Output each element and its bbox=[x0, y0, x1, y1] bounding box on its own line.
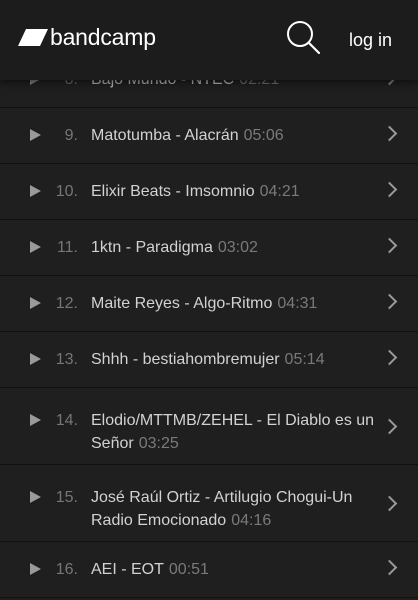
track-info[interactable]: Matotumba - Alacrán 05:06 bbox=[91, 124, 375, 147]
top-bar: bandcamp log in bbox=[0, 0, 418, 80]
play-icon[interactable] bbox=[30, 185, 41, 197]
track-duration: 03:25 bbox=[138, 435, 179, 452]
chevron-right-icon[interactable] bbox=[381, 349, 398, 366]
track-info[interactable]: Maite Reyes - Algo-Ritmo 04:31 bbox=[91, 292, 375, 315]
track-title: AEI - EOT bbox=[91, 561, 164, 578]
track-number: 15. bbox=[55, 489, 78, 506]
play-icon[interactable] bbox=[30, 241, 41, 253]
track-list: 8. Bajo Mundo - NTEC02:21 9. Matotumba -… bbox=[0, 52, 418, 598]
track-row[interactable]: 16. AEI - EOT 00:51 bbox=[0, 542, 418, 598]
search-button[interactable] bbox=[284, 18, 324, 58]
track-row[interactable]: 12. Maite Reyes - Algo-Ritmo 04:31 bbox=[0, 276, 418, 332]
track-title: Elixir Beats - Imsomnio bbox=[91, 183, 255, 200]
track-info[interactable]: Shhh - bestiahombremujer 05:14 bbox=[91, 348, 375, 371]
track-title: 1ktn - Paradigma bbox=[91, 239, 213, 256]
track-number: 9. bbox=[64, 127, 78, 144]
track-duration: 03:02 bbox=[217, 239, 258, 256]
brand-name: bandcamp bbox=[50, 24, 156, 50]
track-row[interactable]: 13. Shhh - bestiahombremujer 05:14 bbox=[0, 332, 418, 388]
play-icon[interactable] bbox=[30, 563, 41, 575]
track-title: Shhh - bestiahombremujer bbox=[91, 351, 280, 368]
track-row[interactable]: 11. 1ktn - Paradigma 03:02 bbox=[0, 220, 418, 276]
track-number: 11. bbox=[56, 239, 78, 256]
bandcamp-logo[interactable]: bandcamp bbox=[18, 24, 156, 50]
bandcamp-logo-icon bbox=[18, 28, 48, 46]
track-row[interactable]: 10. Elixir Beats - Imsomnio 04:21 bbox=[0, 164, 418, 220]
track-duration: 04:21 bbox=[259, 183, 300, 200]
track-duration: 04:16 bbox=[231, 512, 272, 529]
track-info[interactable]: AEI - EOT 00:51 bbox=[91, 558, 375, 581]
track-duration: 05:06 bbox=[243, 127, 284, 144]
track-duration: 05:14 bbox=[284, 351, 325, 368]
track-duration: 00:51 bbox=[168, 561, 209, 578]
track-row[interactable]: 15. José Raúl Ortiz - Artilugio Chogui-U… bbox=[0, 465, 418, 542]
login-link[interactable]: log in bbox=[349, 30, 392, 50]
track-info[interactable]: José Raúl Ortiz - Artilugio Chogui-Un Ra… bbox=[91, 486, 375, 532]
play-icon[interactable] bbox=[30, 297, 41, 309]
track-title: José Raúl Ortiz - Artilugio Chogui-Un Ra… bbox=[91, 489, 353, 529]
chevron-right-icon[interactable] bbox=[381, 495, 398, 512]
chevron-right-icon[interactable] bbox=[381, 418, 398, 435]
track-info[interactable]: Elodio/MTTMB/ZEHEL - El Diablo es un Señ… bbox=[91, 409, 375, 455]
play-icon[interactable] bbox=[30, 353, 41, 365]
chevron-right-icon[interactable] bbox=[381, 181, 398, 198]
play-icon[interactable] bbox=[30, 491, 41, 503]
track-number: 13. bbox=[55, 351, 78, 368]
track-number: 16. bbox=[55, 561, 78, 578]
track-title: Maite Reyes - Algo-Ritmo bbox=[91, 295, 273, 312]
track-number: 14. bbox=[55, 412, 78, 429]
track-row[interactable]: 9. Matotumba - Alacrán 05:06 bbox=[0, 108, 418, 164]
track-number: 12. bbox=[55, 295, 78, 312]
search-icon bbox=[287, 21, 321, 55]
track-info[interactable]: Elixir Beats - Imsomnio 04:21 bbox=[91, 180, 375, 203]
track-number: 10. bbox=[55, 183, 78, 200]
chevron-right-icon[interactable] bbox=[381, 559, 398, 576]
chevron-right-icon[interactable] bbox=[381, 293, 398, 310]
chevron-right-icon[interactable] bbox=[381, 125, 398, 142]
track-title: Elodio/MTTMB/ZEHEL - El Diablo es un Señ… bbox=[91, 412, 375, 452]
track-duration: 04:31 bbox=[277, 295, 318, 312]
track-row[interactable]: 14. Elodio/MTTMB/ZEHEL - El Diablo es un… bbox=[0, 388, 418, 465]
chevron-right-icon[interactable] bbox=[381, 237, 398, 254]
play-icon[interactable] bbox=[30, 129, 41, 141]
play-icon[interactable] bbox=[30, 414, 41, 426]
track-title: Matotumba - Alacrán bbox=[91, 127, 239, 144]
track-info[interactable]: 1ktn - Paradigma 03:02 bbox=[91, 236, 375, 259]
